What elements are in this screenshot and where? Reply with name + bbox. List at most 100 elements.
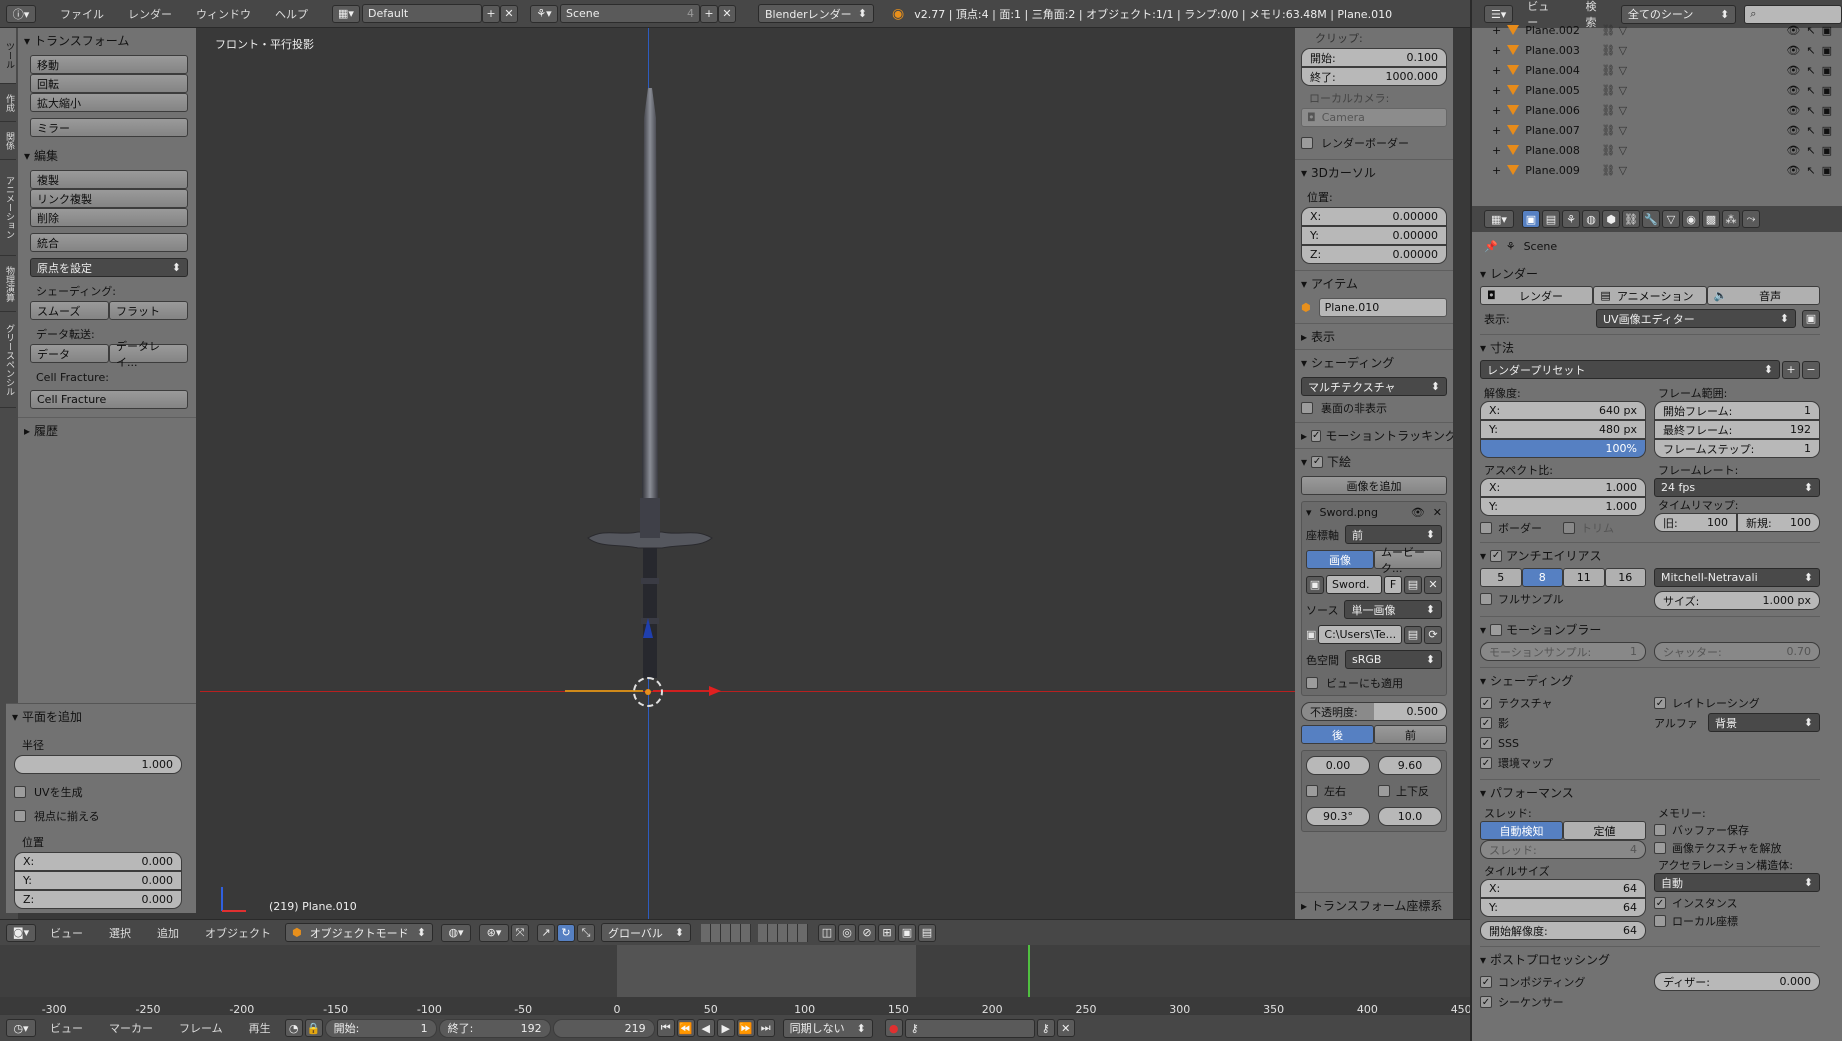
expand-icon[interactable]: +: [1492, 164, 1501, 177]
fake-user-button[interactable]: F: [1384, 575, 1402, 594]
loc-x-field[interactable]: X: 0.000: [14, 852, 182, 871]
layers-tab-icon[interactable]: ▤: [1542, 210, 1560, 228]
world-tab-icon[interactable]: ◍: [1582, 210, 1600, 228]
render-camera-icon[interactable]: ▣: [1822, 164, 1832, 177]
duplicate-button[interactable]: 複製: [30, 170, 188, 189]
keying-set-field[interactable]: ⚷: [904, 1018, 1035, 1038]
join-button[interactable]: 統合: [30, 233, 188, 252]
item-section-header[interactable]: ▾ アイテム: [1295, 270, 1453, 296]
lock-interface-icon[interactable]: ▣: [1802, 309, 1820, 328]
aa-11-button[interactable]: 11: [1563, 568, 1605, 587]
jump-key-next-icon[interactable]: ⏩: [736, 1019, 755, 1037]
outliner-row[interactable]: + Plane.007 ⛓ ▽ 👁 ↖ ▣: [1472, 120, 1842, 140]
motion-tracking-checkbox[interactable]: ✓: [1311, 429, 1322, 442]
tl-menu-view[interactable]: ビュー: [38, 1020, 95, 1036]
pin-icon[interactable]: 📌: [1484, 240, 1498, 253]
outliner-row[interactable]: + Plane.005 ⛓ ▽ 👁 ↖ ▣: [1472, 80, 1842, 100]
free-textures-row[interactable]: 画像テクスチャを解放: [1654, 839, 1820, 857]
play-reverse-icon[interactable]: ◀: [696, 1019, 715, 1037]
backface-checkbox[interactable]: [1301, 402, 1313, 414]
save-buffers-row[interactable]: バッファー保存: [1654, 821, 1820, 839]
loc-z-field[interactable]: Z: 0.000: [14, 890, 182, 909]
envmap-checkbox[interactable]: ✓: [1480, 757, 1492, 769]
select-arrow-icon[interactable]: ↖: [1806, 124, 1815, 137]
info-editor-icon[interactable]: ⓘ▾: [6, 4, 36, 23]
render-camera-icon[interactable]: ▣: [1822, 104, 1832, 117]
scene-icon[interactable]: ⚘▾: [530, 4, 558, 23]
flip-x-checkbox[interactable]: [1306, 785, 1318, 797]
colorspace-select[interactable]: sRGB ⬍: [1345, 650, 1442, 669]
render-button[interactable]: ◘ レンダー: [1480, 286, 1594, 305]
sss-checkbox[interactable]: ✓: [1480, 737, 1492, 749]
shading-mode-select[interactable]: マルチテクスチャ ⬍: [1301, 377, 1447, 396]
set-origin-select[interactable]: 原点を設定 ⬍: [30, 258, 188, 277]
data-button[interactable]: データ: [30, 344, 109, 363]
item-name-field[interactable]: Plane.010: [1318, 298, 1447, 317]
generate-uv-checkbox[interactable]: [14, 786, 26, 798]
layout-field[interactable]: Default: [362, 4, 482, 23]
clip-end-field[interactable]: 終了: 1000.000: [1301, 67, 1447, 86]
expand-icon[interactable]: +: [1492, 64, 1501, 77]
background-images-checkbox[interactable]: ✓: [1311, 455, 1324, 468]
offset-y-field[interactable]: 9.60: [1378, 756, 1442, 775]
offset-x-field[interactable]: 0.00: [1306, 756, 1370, 775]
render-tab-icon[interactable]: ▣: [1522, 210, 1540, 228]
aa-16-button[interactable]: 16: [1604, 568, 1646, 587]
material-tab-icon[interactable]: ◉: [1682, 210, 1700, 228]
select-arrow-icon[interactable]: ↖: [1806, 64, 1815, 77]
delete-button[interactable]: 削除: [30, 208, 188, 227]
tile-y-field[interactable]: Y: 64: [1480, 898, 1646, 917]
visibility-eye-icon[interactable]: 👁: [1786, 64, 1800, 77]
local-coords-row[interactable]: ローカル座標: [1654, 912, 1820, 930]
collapse-icon[interactable]: ▾: [1306, 506, 1312, 519]
scene-field[interactable]: Scene 4: [560, 4, 700, 23]
expand-icon[interactable]: +: [1492, 104, 1501, 117]
backface-row[interactable]: 裏面の非表示: [1301, 400, 1447, 416]
shadows-row[interactable]: ✓ 影: [1480, 713, 1646, 733]
snap-toggle-icon[interactable]: ⊘: [858, 923, 876, 942]
cursor-z-field[interactable]: Z: 0.00000: [1301, 245, 1447, 264]
generate-uv-row[interactable]: UVを生成: [14, 784, 182, 800]
select-arrow-icon[interactable]: ↖: [1806, 104, 1815, 117]
y-axis-manipulator[interactable]: [565, 690, 643, 692]
aa-8-button[interactable]: 8: [1521, 568, 1563, 587]
res-x-field[interactable]: X: 640 px: [1480, 401, 1646, 420]
snap-element-icon[interactable]: ⊞: [878, 923, 896, 942]
tl-end-field[interactable]: 終了: 192: [438, 1018, 551, 1038]
cell-fracture-button[interactable]: Cell Fracture: [30, 390, 188, 409]
transform-section-header[interactable]: ▾ トランスフォーム: [18, 28, 196, 53]
flip-y-checkbox[interactable]: [1378, 785, 1390, 797]
size-field[interactable]: 10.0: [1378, 807, 1442, 826]
post-processing-section-header[interactable]: ▾ ポストプロセッシング: [1480, 946, 1820, 972]
remap-new-field[interactable]: 新規: 100: [1737, 513, 1820, 532]
image-datablock-field[interactable]: Sword.: [1326, 575, 1382, 594]
scale-manipulator-icon[interactable]: ⤡: [577, 923, 595, 942]
reload-icon[interactable]: ⟳: [1424, 625, 1442, 644]
render-engine-select[interactable]: Blenderレンダー ⬍: [758, 4, 874, 23]
crop-row[interactable]: トリム: [1563, 520, 1646, 536]
play-icon[interactable]: ▶: [716, 1019, 735, 1037]
tab-physics[interactable]: 物理演算: [0, 256, 16, 312]
jump-start-icon[interactable]: ⏮: [656, 1019, 675, 1037]
3d-viewport[interactable]: フロント・平行投影 (219) Plane.010: [200, 28, 1295, 935]
tab-relations[interactable]: 関係: [0, 122, 16, 160]
select-arrow-icon[interactable]: ↖: [1806, 144, 1815, 157]
tl-menu-playback[interactable]: 再生: [237, 1020, 283, 1036]
close-icon[interactable]: ✕: [1433, 506, 1442, 519]
clip-start-field[interactable]: 開始: 0.100: [1301, 48, 1447, 67]
raytrace-row[interactable]: ✓ レイトレーシング: [1654, 693, 1820, 713]
res-y-field[interactable]: Y: 480 px: [1480, 420, 1646, 439]
view-as-render-row[interactable]: ビューにも適用: [1306, 675, 1442, 691]
outliner-row[interactable]: + Plane.009 ⛓ ▽ 👁 ↖ ▣: [1472, 160, 1842, 180]
border-checkbox[interactable]: [1480, 522, 1492, 534]
record-icon[interactable]: ●: [884, 1019, 903, 1037]
sss-row[interactable]: ✓ SSS: [1480, 733, 1646, 753]
tab-grease-pencil[interactable]: グリースペンシル: [0, 312, 16, 408]
antialiasing-section-header[interactable]: ▾ ✓ アンチエイリアス: [1480, 542, 1820, 568]
add-scene-icon[interactable]: +: [700, 4, 718, 23]
visibility-eye-icon[interactable]: 👁: [1786, 144, 1800, 157]
jump-key-prev-icon[interactable]: ⏪: [676, 1019, 695, 1037]
mirror-button[interactable]: ミラー: [30, 118, 188, 137]
select-arrow-icon[interactable]: ↖: [1806, 84, 1815, 97]
textures-row[interactable]: ✓ テクスチャ: [1480, 693, 1646, 713]
